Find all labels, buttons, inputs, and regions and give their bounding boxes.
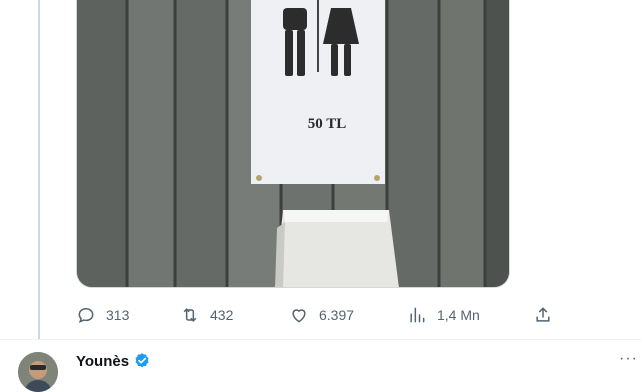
tweet-media-photo[interactable]: 50 TL [76, 0, 510, 288]
reply-icon [78, 307, 94, 324]
tweet-action-bar: 313 432 6.397 1,4 Mn [76, 300, 556, 330]
views-button[interactable]: 1,4 Mn [407, 300, 480, 330]
views-icon [410, 307, 425, 323]
views-count: 1,4 Mn [437, 307, 480, 323]
like-count: 6.397 [319, 307, 355, 323]
sign-price-text: 50 TL [308, 116, 347, 132]
share-icon [536, 307, 550, 322]
photo-wooden-wall: 50 TL [77, 0, 509, 287]
tweet-divider [0, 339, 641, 340]
retweet-icon [183, 308, 197, 322]
share-button[interactable] [533, 300, 553, 330]
verified-badge-icon [133, 352, 151, 370]
reply-count: 313 [106, 307, 130, 323]
heart-icon [292, 309, 306, 323]
author-info[interactable]: Younès [76, 352, 151, 370]
more-options-icon[interactable]: ··· [619, 350, 638, 368]
reply-button[interactable]: 313 [76, 300, 129, 330]
retweet-count: 432 [210, 307, 234, 323]
next-tweet-header: Younès ··· [18, 350, 638, 392]
thread-connector-line [38, 0, 40, 340]
avatar[interactable] [18, 352, 58, 392]
like-button[interactable]: 6.397 [289, 300, 354, 330]
retweet-button[interactable]: 432 [180, 300, 233, 330]
author-name[interactable]: Younès [76, 353, 129, 370]
avatar-photo [18, 352, 58, 392]
